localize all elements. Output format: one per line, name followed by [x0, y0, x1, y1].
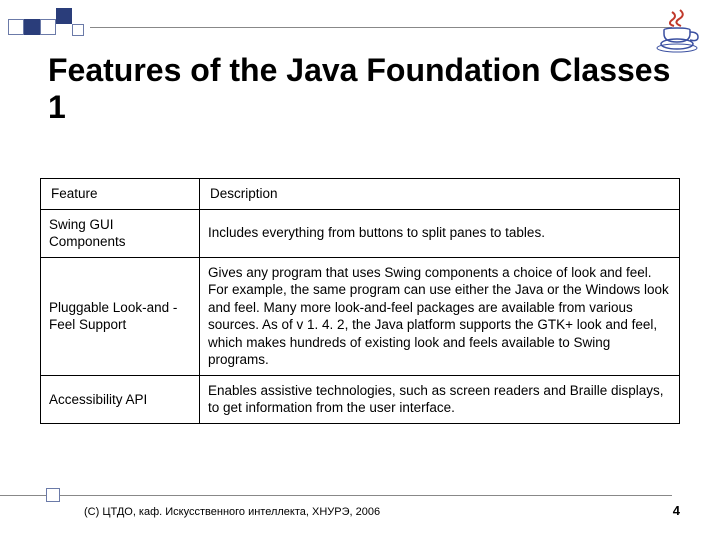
cell-description: Includes everything from buttons to spli…: [200, 209, 680, 257]
java-logo-icon: [654, 8, 700, 54]
cell-feature: Swing GUI Components: [41, 209, 200, 257]
table-header-row: Feature Description: [41, 179, 680, 210]
cell-description: Enables assistive technologies, such as …: [200, 375, 680, 423]
table-row: Pluggable Look-and -Feel Support Gives a…: [41, 257, 680, 375]
slide-top-decoration: [0, 22, 720, 32]
slide-title: Features of the Java Foundation Classes …: [48, 52, 672, 126]
header-feature: Feature: [41, 179, 200, 210]
page-number: 4: [673, 503, 680, 518]
table-row: Swing GUI Components Includes everything…: [41, 209, 680, 257]
slide-footer: (С) ЦТДО, каф. Искусственного интеллекта…: [84, 503, 680, 518]
cell-description: Gives any program that uses Swing compon…: [200, 257, 680, 375]
header-description: Description: [200, 179, 680, 210]
slide-bottom-line: [0, 495, 672, 496]
cell-feature: Accessibility API: [41, 375, 200, 423]
footer-copyright: (С) ЦТДО, каф. Искусственного интеллекта…: [84, 506, 380, 518]
slide-bottom-square: [46, 488, 60, 502]
table-row: Accessibility API Enables assistive tech…: [41, 375, 680, 423]
features-table: Feature Description Swing GUI Components…: [40, 178, 680, 424]
cell-feature: Pluggable Look-and -Feel Support: [41, 257, 200, 375]
